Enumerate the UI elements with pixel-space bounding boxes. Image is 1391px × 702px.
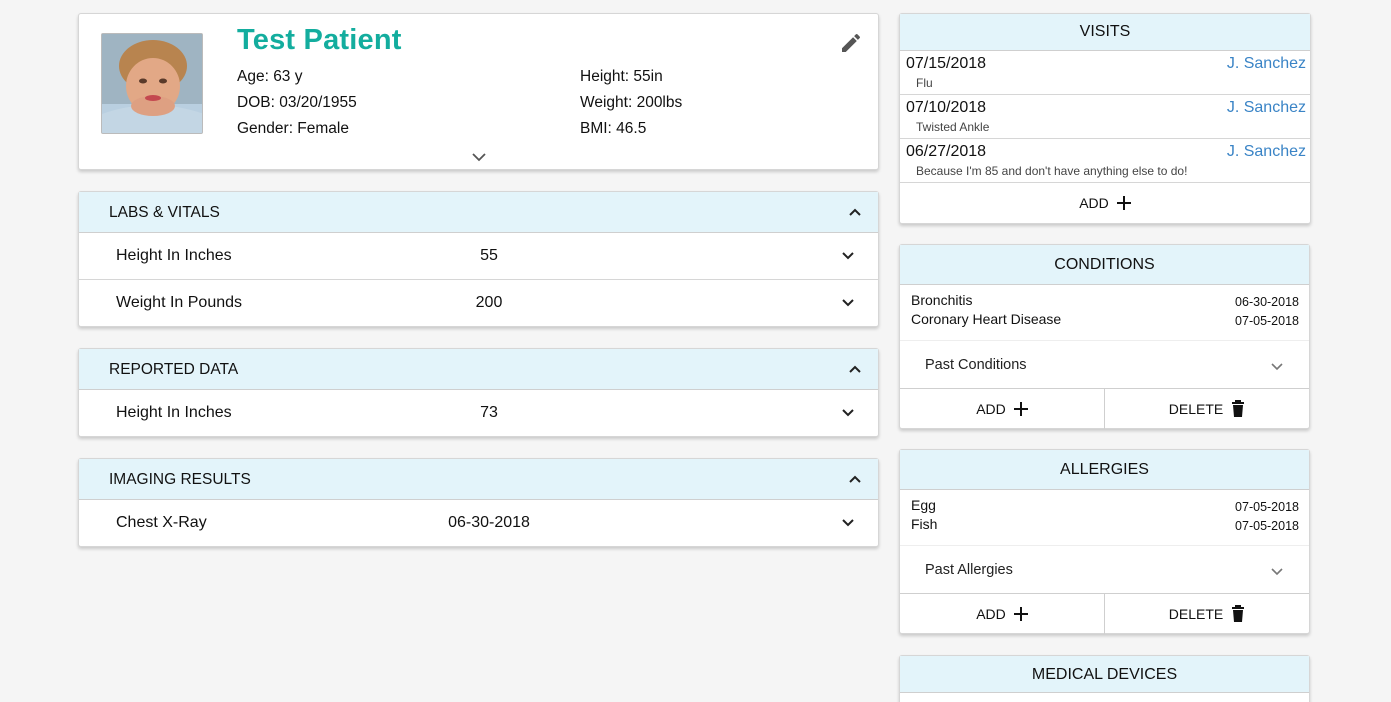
add-label: ADD	[976, 606, 1006, 622]
allergies-card: ALLERGIES Egg 07-05-2018 Fish 07-05-2018…	[899, 449, 1310, 634]
patient-gender: Gender: Female	[237, 120, 349, 137]
row-label: Chest X-Ray	[116, 514, 207, 531]
visit-doctor-link[interactable]: J. Sanchez	[1227, 99, 1306, 117]
plus-icon	[1116, 196, 1131, 211]
add-label: ADD	[976, 401, 1006, 417]
add-condition-button[interactable]: ADD	[900, 389, 1104, 429]
allergy-name: Egg	[911, 497, 936, 513]
visit-item[interactable]: 06/27/2018 J. Sanchez Because I'm 85 and…	[900, 139, 1310, 183]
labs-row-height[interactable]: Height In Inches 55	[79, 233, 878, 280]
plus-icon	[1013, 607, 1028, 622]
visit-item[interactable]: 07/15/2018 J. Sanchez Flu	[900, 51, 1310, 95]
chevron-down-icon	[472, 153, 486, 162]
chevron-down-icon	[1271, 568, 1283, 576]
labs-row-weight[interactable]: Weight In Pounds 200	[79, 280, 878, 327]
row-value: 06-30-2018	[448, 514, 530, 531]
conditions-card: CONDITIONS Bronchitis 06-30-2018 Coronar…	[899, 244, 1310, 429]
visits-card: VISITS 07/15/2018 J. Sanchez Flu 07/10/2…	[899, 13, 1311, 224]
patient-card: Test Patient Age: 63 y DOB: 03/20/1955 G…	[78, 13, 879, 170]
allergy-date: 07-05-2018	[1235, 519, 1299, 533]
reported-data-title: REPORTED DATA	[109, 361, 239, 378]
reported-data-header[interactable]: REPORTED DATA	[79, 349, 878, 390]
chevron-down-icon[interactable]	[841, 251, 855, 261]
past-allergies-toggle[interactable]: Past Allergies	[900, 545, 1309, 594]
row-value: 55	[480, 247, 498, 264]
patient-weight: Weight: 200lbs	[580, 94, 683, 111]
row-label: Height In Inches	[116, 404, 232, 421]
allergies-header: ALLERGIES	[900, 450, 1309, 490]
row-value: 200	[475, 294, 503, 311]
visit-date: 06/27/2018	[906, 143, 987, 160]
delete-label: DELETE	[1168, 401, 1224, 417]
delete-allergy-button[interactable]: DELETE	[1104, 594, 1309, 634]
visit-date: 07/10/2018	[906, 99, 987, 116]
condition-date: 06-30-2018	[1235, 295, 1299, 309]
labs-vitals-title: LABS & VITALS	[109, 204, 220, 221]
visit-date: 07/15/2018	[906, 55, 987, 72]
delete-condition-button[interactable]: DELETE	[1104, 389, 1309, 429]
trash-icon	[1232, 400, 1245, 418]
row-label: Weight In Pounds	[116, 294, 243, 311]
patient-bmi: BMI: 46.5	[580, 120, 647, 137]
patient-name: Test Patient	[237, 24, 402, 56]
visit-item[interactable]: 07/10/2018 J. Sanchez Twisted Ankle	[900, 95, 1310, 139]
trash-icon	[1232, 605, 1245, 623]
visits-header: VISITS	[900, 14, 1310, 51]
condition-name: Bronchitis	[911, 292, 973, 308]
medical-devices-card: MEDICAL DEVICES	[899, 655, 1310, 702]
chevron-up-icon[interactable]	[848, 473, 862, 485]
plus-icon	[1013, 402, 1028, 417]
condition-name: Coronary Heart Disease	[911, 311, 1062, 327]
visit-doctor-link[interactable]: J. Sanchez	[1227, 143, 1306, 161]
medical-devices-header: MEDICAL DEVICES	[900, 656, 1309, 693]
allergy-date: 07-05-2018	[1235, 500, 1299, 514]
visit-doctor-link[interactable]: J. Sanchez	[1227, 55, 1306, 73]
chevron-down-icon	[1271, 363, 1283, 371]
delete-label: DELETE	[1168, 606, 1224, 622]
condition-date: 07-05-2018	[1235, 314, 1299, 328]
imaging-row-chest-xray[interactable]: Chest X-Ray 06-30-2018	[79, 500, 878, 547]
chevron-up-icon[interactable]	[848, 206, 862, 218]
reported-row-height[interactable]: Height In Inches 73	[79, 390, 878, 437]
chevron-down-icon[interactable]	[841, 298, 855, 308]
past-conditions-toggle[interactable]: Past Conditions	[900, 340, 1309, 389]
add-allergy-button[interactable]: ADD	[900, 594, 1104, 634]
conditions-list: Bronchitis 06-30-2018 Coronary Heart Dis…	[900, 285, 1309, 340]
imaging-results-panel: IMAGING RESULTS Chest X-Ray 06-30-2018	[78, 458, 879, 547]
row-value: 73	[480, 404, 498, 421]
add-visit-label: ADD	[1079, 195, 1109, 211]
chevron-up-icon[interactable]	[848, 363, 862, 375]
visit-reason: Twisted Ankle	[916, 120, 990, 134]
edit-patient-button[interactable]	[839, 31, 863, 55]
allergy-name: Fish	[911, 516, 938, 532]
allergies-list: Egg 07-05-2018 Fish 07-05-2018	[900, 490, 1309, 545]
patient-dob: DOB: 03/20/1955	[237, 94, 357, 111]
imaging-results-title: IMAGING RESULTS	[109, 471, 251, 488]
row-label: Height In Inches	[116, 247, 232, 264]
reported-data-panel: REPORTED DATA Height In Inches 73	[78, 348, 879, 437]
conditions-header: CONDITIONS	[900, 245, 1309, 285]
labs-vitals-header[interactable]: LABS & VITALS	[79, 192, 878, 233]
labs-vitals-panel: LABS & VITALS Height In Inches 55 Weight…	[78, 191, 879, 327]
add-visit-button[interactable]: ADD	[900, 183, 1310, 223]
patient-height: Height: 55in	[580, 68, 663, 85]
patient-age: Age: 63 y	[237, 68, 303, 85]
pencil-icon	[842, 33, 861, 52]
expand-patient-button[interactable]	[471, 151, 487, 163]
past-allergies-label: Past Allergies	[925, 562, 1013, 578]
chevron-down-icon[interactable]	[841, 518, 855, 528]
visit-reason: Flu	[916, 76, 933, 90]
visit-reason: Because I'm 85 and don't have anything e…	[916, 164, 1188, 178]
past-conditions-label: Past Conditions	[925, 357, 1027, 373]
chevron-down-icon[interactable]	[841, 408, 855, 418]
imaging-results-header[interactable]: IMAGING RESULTS	[79, 459, 878, 500]
patient-avatar	[101, 33, 203, 134]
